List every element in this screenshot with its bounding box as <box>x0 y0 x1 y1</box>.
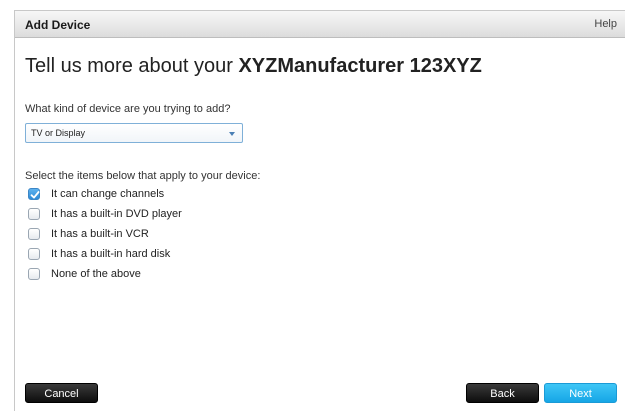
cancel-button[interactable]: Cancel <box>25 383 98 403</box>
checkbox-icon[interactable] <box>28 248 40 260</box>
add-device-dialog: Add Device Help Tell us more about your … <box>14 10 625 411</box>
device-type-question: What kind of device are you trying to ad… <box>25 103 231 115</box>
option-label: It can change channels <box>51 188 165 200</box>
dialog-title: Add Device <box>25 18 91 32</box>
back-button[interactable]: Back <box>466 383 539 403</box>
device-type-selected-value: TV or Display <box>31 128 86 138</box>
option-label: It has a built-in hard disk <box>51 248 171 260</box>
checkbox-icon[interactable] <box>28 268 40 280</box>
option-label: None of the above <box>51 268 141 280</box>
features-prompt: Select the items below that apply to you… <box>25 170 261 182</box>
heading-prefix: Tell us more about your <box>25 55 239 77</box>
heading-device-name: XYZManufacturer 123XYZ <box>238 55 482 77</box>
help-link[interactable]: Help <box>594 18 617 30</box>
chevron-down-icon <box>229 132 235 136</box>
checkbox-icon[interactable] <box>28 208 40 220</box>
next-button[interactable]: Next <box>544 383 617 403</box>
dialog-titlebar: Add Device Help <box>15 11 625 38</box>
checkbox-icon[interactable] <box>28 228 40 240</box>
page-heading: Tell us more about your XYZManufacturer … <box>25 55 482 78</box>
checkbox-checked-icon[interactable] <box>28 188 40 200</box>
device-type-select[interactable]: TV or Display <box>25 123 243 143</box>
option-label: It has a built-in VCR <box>51 228 149 240</box>
option-label: It has a built-in DVD player <box>51 208 182 220</box>
